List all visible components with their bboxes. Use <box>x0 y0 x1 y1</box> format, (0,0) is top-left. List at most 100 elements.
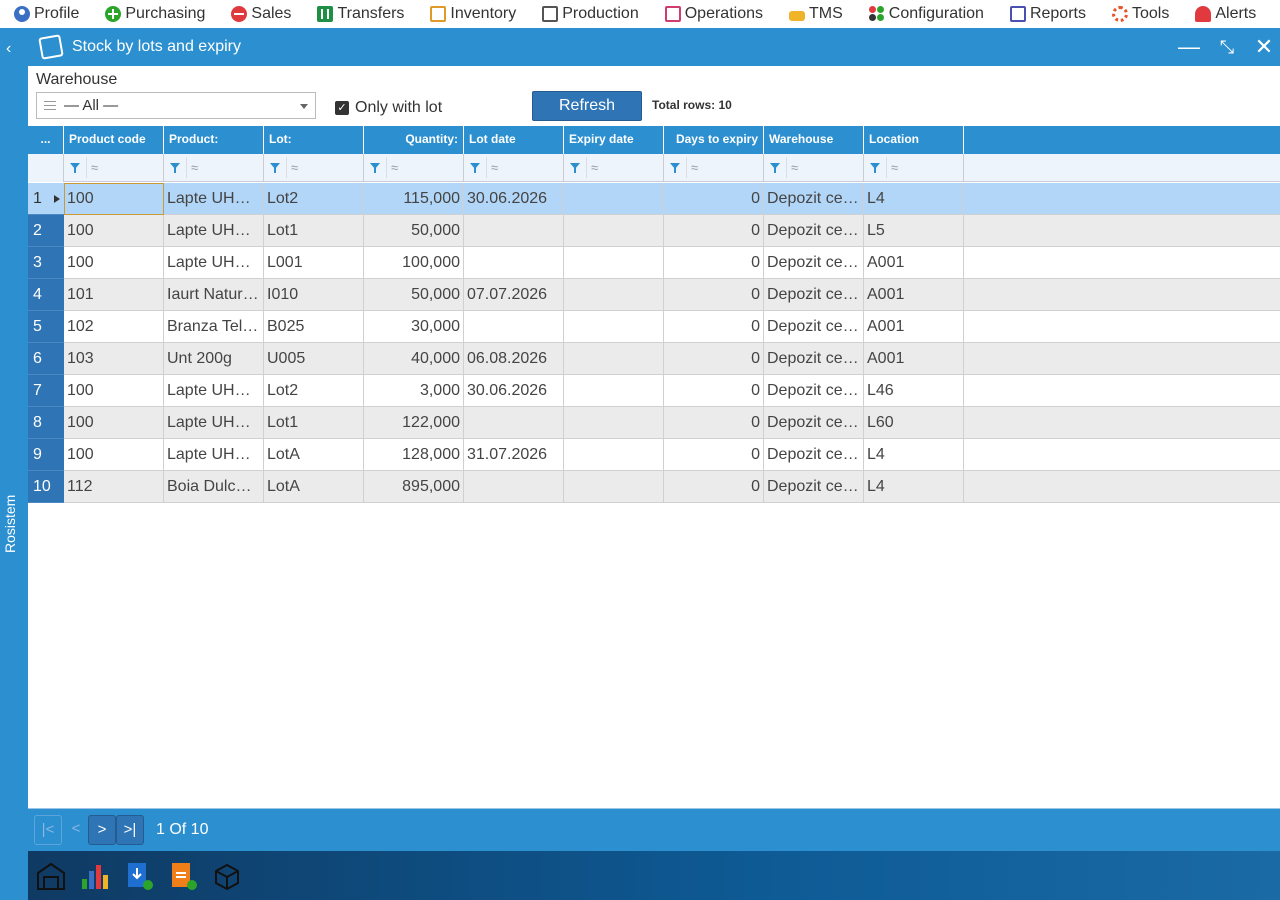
filter-icon[interactable] <box>370 163 380 173</box>
cell-product-code[interactable]: 100 <box>64 247 164 279</box>
minimize-icon[interactable]: — <box>1176 34 1202 60</box>
row-number[interactable]: 4 <box>28 279 64 311</box>
cell-lot[interactable]: LotA <box>264 439 364 471</box>
filter-location[interactable]: ≈ <box>864 154 964 182</box>
table-row[interactable]: 7 100 Lapte UHT… Lot2 3,000 30.06.2026 0 Depozi… <box>28 375 1280 407</box>
cell-location[interactable]: A001 <box>864 247 964 279</box>
cell-product[interactable]: Lapte UHT… <box>164 215 264 247</box>
last-page-button[interactable]: >| <box>116 815 144 845</box>
cell-quantity[interactable]: 100,000 <box>364 247 464 279</box>
cell-quantity[interactable]: 895,000 <box>364 471 464 503</box>
filter-icon[interactable] <box>170 163 180 173</box>
cell-location[interactable]: L4 <box>864 471 964 503</box>
cell-warehouse[interactable]: Depozit ce… <box>764 311 864 343</box>
cell-product[interactable]: Lapte UHT… <box>164 183 264 215</box>
cell-location[interactable]: A001 <box>864 311 964 343</box>
cell-warehouse[interactable]: Depozit ce… <box>764 471 864 503</box>
menu-tools[interactable]: Tools <box>1098 0 1181 28</box>
table-row[interactable]: 5 102 Branza Tel… B025 30,000 0 Depozit ce… A00… <box>28 311 1280 343</box>
cell-quantity[interactable]: 122,000 <box>364 407 464 439</box>
cell-product-code[interactable]: 100 <box>64 407 164 439</box>
row-number[interactable]: 8 <box>28 407 64 439</box>
cell-product[interactable]: Lapte UHT… <box>164 375 264 407</box>
filter-days-to-expiry[interactable]: ≈ <box>664 154 764 182</box>
filter-icon[interactable] <box>770 163 780 173</box>
chevron-left-icon[interactable]: ‹ <box>6 40 11 58</box>
cell-expiry-date[interactable] <box>564 183 664 215</box>
cell-quantity[interactable]: 50,000 <box>364 215 464 247</box>
warehouse-select[interactable]: — All — <box>36 92 316 119</box>
col-product-code[interactable]: Product code <box>64 126 164 154</box>
cell-expiry-date[interactable] <box>564 471 664 503</box>
filter-icon[interactable] <box>870 163 880 173</box>
table-row[interactable]: 9 100 Lapte UHT… LotA 128,000 31.07.2026 0 Depo… <box>28 439 1280 471</box>
cell-lot[interactable]: LotA <box>264 471 364 503</box>
only-with-lot-checkbox[interactable]: ✓ <box>335 101 349 115</box>
cell-days-to-expiry[interactable]: 0 <box>664 247 764 279</box>
cell-product[interactable]: Boia Dulce… <box>164 471 264 503</box>
filter-icon[interactable] <box>470 163 480 173</box>
table-row[interactable]: 4 101 Iaurt Natur… I010 50,000 07.07.2026 0 Dep… <box>28 279 1280 311</box>
cell-quantity[interactable]: 115,000 <box>364 183 464 215</box>
table-row[interactable]: 2 100 Lapte UHT… Lot1 50,000 0 Depozit ce… L5 <box>28 215 1280 247</box>
cell-days-to-expiry[interactable]: 0 <box>664 279 764 311</box>
cell-product-code[interactable]: 100 <box>64 439 164 471</box>
row-number[interactable]: 9 <box>28 439 64 471</box>
cell-product[interactable]: Iaurt Natur… <box>164 279 264 311</box>
box-icon[interactable] <box>212 861 242 891</box>
prev-page-button[interactable]: < <box>62 815 90 845</box>
col-expiry-date[interactable]: Expiry date <box>564 126 664 154</box>
filter-expiry-date[interactable]: ≈ <box>564 154 664 182</box>
cell-days-to-expiry[interactable]: 0 <box>664 375 764 407</box>
cell-location[interactable]: L60 <box>864 407 964 439</box>
cell-warehouse[interactable]: Depozit ce… <box>764 375 864 407</box>
filter-product-code[interactable]: ≈ <box>64 154 164 182</box>
table-row[interactable]: 10 112 Boia Dulce… LotA 895,000 0 Depozit ce… L… <box>28 471 1280 503</box>
cell-lot[interactable]: L001 <box>264 247 364 279</box>
table-row[interactable]: 6 103 Unt 200g U005 40,000 06.08.2026 0 Depozit… <box>28 343 1280 375</box>
filter-icon[interactable] <box>70 163 80 173</box>
filter-icon[interactable] <box>570 163 580 173</box>
menu-production[interactable]: Production <box>528 0 651 28</box>
row-number[interactable]: 5 <box>28 311 64 343</box>
cell-product[interactable]: Unt 200g <box>164 343 264 375</box>
cell-location[interactable]: A001 <box>864 279 964 311</box>
row-number[interactable]: 6 <box>28 343 64 375</box>
cell-days-to-expiry[interactable]: 0 <box>664 311 764 343</box>
col-product[interactable]: Product: <box>164 126 264 154</box>
cell-lot-date[interactable] <box>464 247 564 279</box>
close-icon[interactable]: ✕ <box>1251 34 1277 60</box>
filter-icon[interactable] <box>270 163 280 173</box>
cell-expiry-date[interactable] <box>564 343 664 375</box>
cell-days-to-expiry[interactable]: 0 <box>664 215 764 247</box>
sidebar-label[interactable]: Rosistem <box>2 495 18 553</box>
cell-lot-date[interactable]: 31.07.2026 <box>464 439 564 471</box>
cell-product-code[interactable]: 100 <box>64 215 164 247</box>
cell-product-code[interactable]: 101 <box>64 279 164 311</box>
cell-product-code[interactable]: 112 <box>64 471 164 503</box>
cell-product-code[interactable]: 100 <box>64 183 164 215</box>
cell-expiry-date[interactable] <box>564 311 664 343</box>
cell-days-to-expiry[interactable]: 0 <box>664 439 764 471</box>
menu-configuration[interactable]: Configuration <box>855 0 996 28</box>
filter-lot-date[interactable]: ≈ <box>464 154 564 182</box>
cell-location[interactable]: L4 <box>864 183 964 215</box>
cell-product-code[interactable]: 103 <box>64 343 164 375</box>
col-lot[interactable]: Lot: <box>264 126 364 154</box>
cell-warehouse[interactable]: Depozit ce… <box>764 215 864 247</box>
cell-quantity[interactable]: 40,000 <box>364 343 464 375</box>
cell-warehouse[interactable]: Depozit ce… <box>764 279 864 311</box>
menu-purchasing[interactable]: Purchasing <box>91 0 217 28</box>
cell-quantity[interactable]: 128,000 <box>364 439 464 471</box>
cell-lot[interactable]: Lot1 <box>264 215 364 247</box>
cell-quantity[interactable]: 30,000 <box>364 311 464 343</box>
col-quantity[interactable]: Quantity: <box>364 126 464 154</box>
cell-product-code[interactable]: 102 <box>64 311 164 343</box>
cell-expiry-date[interactable] <box>564 375 664 407</box>
filter-lot[interactable]: ≈ <box>264 154 364 182</box>
cell-lot[interactable]: U005 <box>264 343 364 375</box>
cell-expiry-date[interactable] <box>564 439 664 471</box>
cell-quantity[interactable]: 50,000 <box>364 279 464 311</box>
cell-warehouse[interactable]: Depozit ce… <box>764 247 864 279</box>
cell-location[interactable]: L4 <box>864 439 964 471</box>
